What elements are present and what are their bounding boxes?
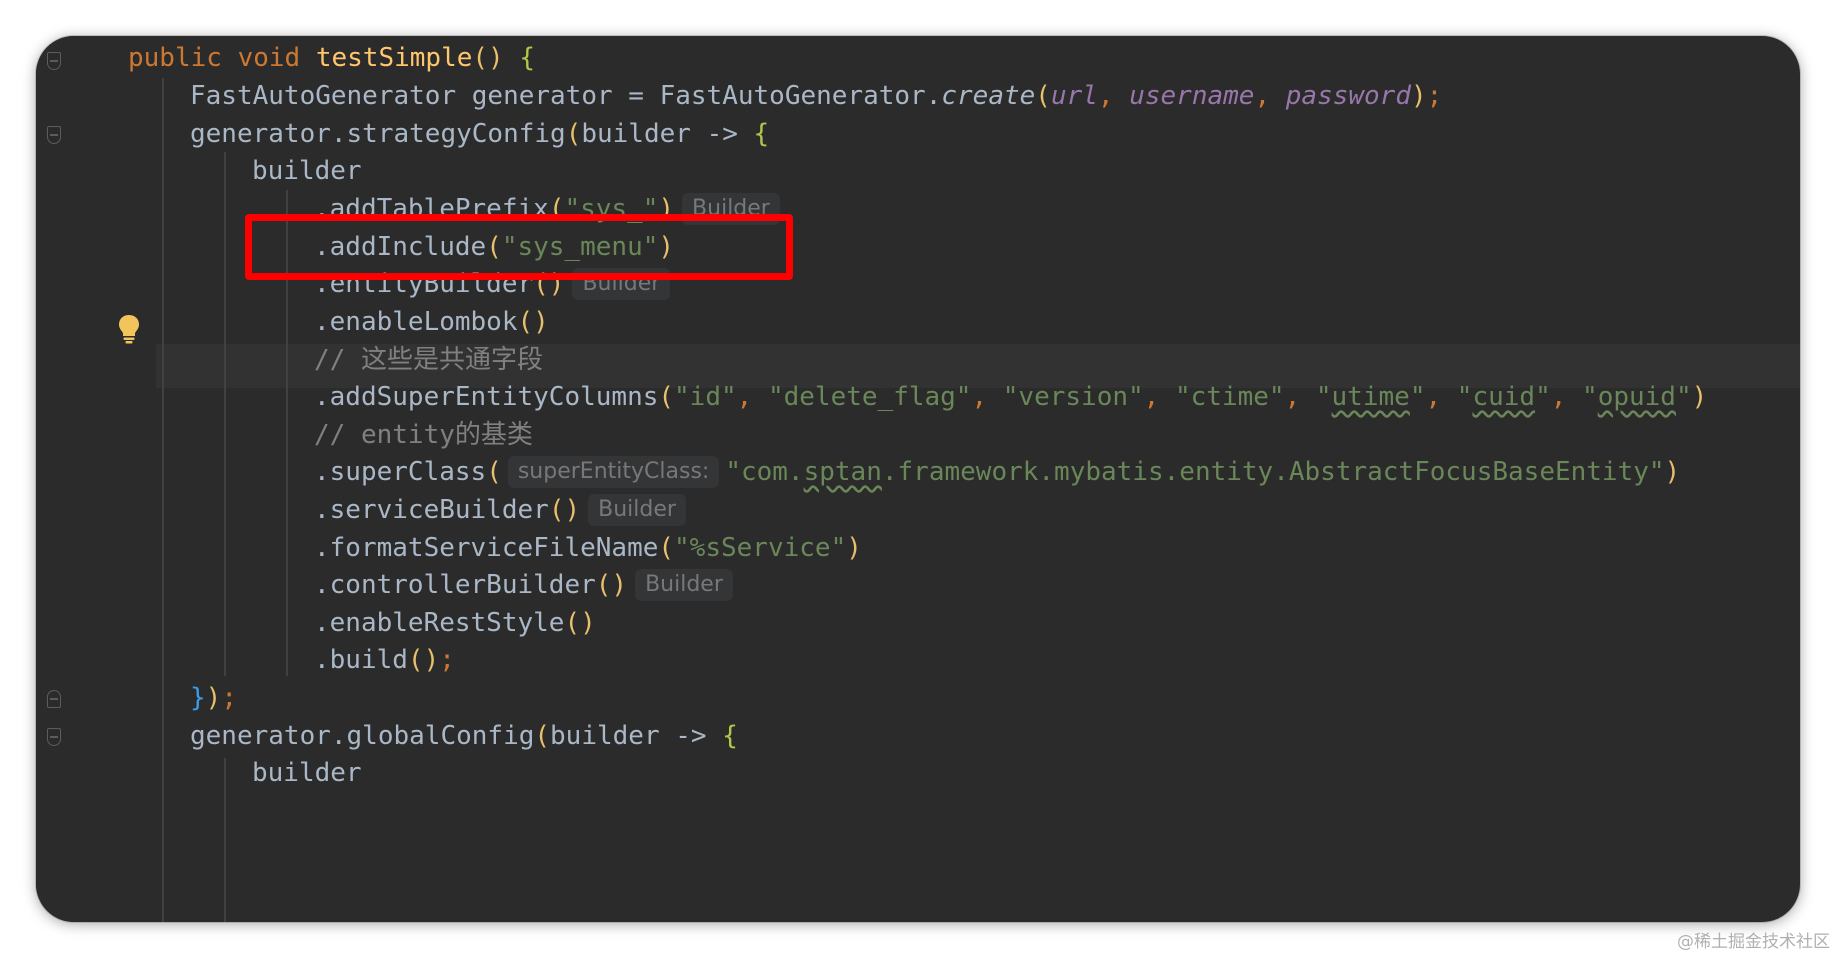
code-text: .serviceBuilder xyxy=(314,495,549,525)
fold-marker-icon[interactable] xyxy=(47,126,61,144)
string-literal: cuid xyxy=(1472,382,1536,412)
fold-marker-icon[interactable] xyxy=(47,690,61,708)
code-text: .enableLombok xyxy=(314,307,518,337)
paren: ) xyxy=(1664,457,1681,487)
paren: ( xyxy=(486,457,502,487)
param-variable: password xyxy=(1285,81,1411,111)
fold-marker-icon[interactable] xyxy=(47,728,61,746)
string-literal: "id" xyxy=(674,382,737,412)
semicolon: ; xyxy=(1426,81,1443,111)
paren: ) xyxy=(205,683,222,713)
code-editor[interactable]: public void testSimple() { FastAutoGener… xyxy=(36,36,1800,922)
parameter-hint: superEntityClass: xyxy=(507,456,720,488)
paren: ( xyxy=(658,533,675,563)
brace: { xyxy=(722,721,738,751)
param-variable: username xyxy=(1129,81,1255,111)
code-text: .controllerBuilder xyxy=(314,570,596,600)
param-variable: url xyxy=(1050,81,1098,111)
string-literal: "ctime" xyxy=(1174,382,1285,412)
code-comment: // 这些是共通字段 xyxy=(314,345,543,375)
paren: ) xyxy=(846,533,862,563)
code-comment: // entity的基类 xyxy=(314,420,533,450)
method-name: testSimple xyxy=(315,43,473,73)
string-quote: " xyxy=(1535,382,1551,412)
code-text: .formatServiceFileName xyxy=(314,533,659,563)
editor-gutter xyxy=(36,36,128,922)
code-text: generator.strategyConfig xyxy=(190,119,566,149)
paren: ( xyxy=(658,382,675,412)
fold-marker-icon[interactable] xyxy=(47,52,61,70)
paren: () xyxy=(564,608,596,638)
code-line[interactable]: builder xyxy=(252,751,362,795)
lightbulb-icon[interactable] xyxy=(118,314,140,344)
string-literal: "version" xyxy=(1002,382,1144,412)
code-text: builder -> xyxy=(550,721,723,751)
comma: , xyxy=(1425,382,1457,412)
string-quote: " xyxy=(1675,382,1692,412)
string-literal: .framework.mybatis.entity.AbstractFocusB… xyxy=(881,457,1665,487)
brace: } xyxy=(190,683,206,713)
indent-guide xyxy=(224,152,226,676)
paren: () xyxy=(517,307,549,337)
type-hint: Builder xyxy=(635,569,733,601)
code-text: generator.globalConfig xyxy=(190,721,535,751)
code-text: .build xyxy=(314,645,408,675)
indent-guide xyxy=(162,78,164,922)
string-quote: " xyxy=(1582,382,1598,412)
static-method: create xyxy=(941,81,1036,111)
comma: , xyxy=(1284,382,1316,412)
comma: , xyxy=(1143,382,1175,412)
type-hint: Builder xyxy=(588,494,686,526)
semicolon: ; xyxy=(439,645,455,675)
paren: ( xyxy=(565,119,582,149)
string-literal: "delete_flag" xyxy=(767,382,972,412)
string-quote: " xyxy=(1456,382,1473,412)
comma: , xyxy=(1254,81,1286,111)
paren: ) xyxy=(1691,382,1708,412)
paren: ( xyxy=(534,721,551,751)
string-quote: " xyxy=(1409,382,1426,412)
code-text: builder xyxy=(252,156,362,186)
comma: , xyxy=(736,382,768,412)
string-literal: opuid xyxy=(1597,382,1676,412)
string-literal: sptan xyxy=(803,457,882,487)
paren: () xyxy=(407,645,440,675)
paren: ) xyxy=(1411,81,1427,111)
code-text: FastAutoGenerator generator = FastAutoGe… xyxy=(190,81,942,111)
code-text: .addSuperEntityColumns xyxy=(314,382,659,412)
comma: , xyxy=(1550,382,1583,412)
code-text: builder xyxy=(252,758,362,788)
paren: () xyxy=(548,495,581,525)
string-literal: "%sService" xyxy=(674,533,847,563)
code-line[interactable]: .build(); xyxy=(314,638,455,682)
paren: () xyxy=(472,43,504,73)
paren: () xyxy=(595,570,628,600)
comma: , xyxy=(971,382,1003,412)
keyword: public void xyxy=(128,43,316,73)
string-quote: " xyxy=(1315,382,1332,412)
watermark: @稀土掘金技术社区 xyxy=(1677,932,1830,952)
comma: , xyxy=(1097,81,1130,111)
code-text: .enableRestStyle xyxy=(314,608,565,638)
string-literal: "com. xyxy=(725,457,804,487)
annotation-highlight-box xyxy=(245,214,793,280)
indent-guide xyxy=(224,758,226,922)
brace: { xyxy=(519,43,536,73)
semicolon: ; xyxy=(221,683,237,713)
code-text: .superClass xyxy=(314,457,487,487)
brace: { xyxy=(753,119,770,149)
paren: ( xyxy=(1035,81,1051,111)
string-literal: utime xyxy=(1331,382,1410,412)
code-text: builder -> xyxy=(581,119,754,149)
